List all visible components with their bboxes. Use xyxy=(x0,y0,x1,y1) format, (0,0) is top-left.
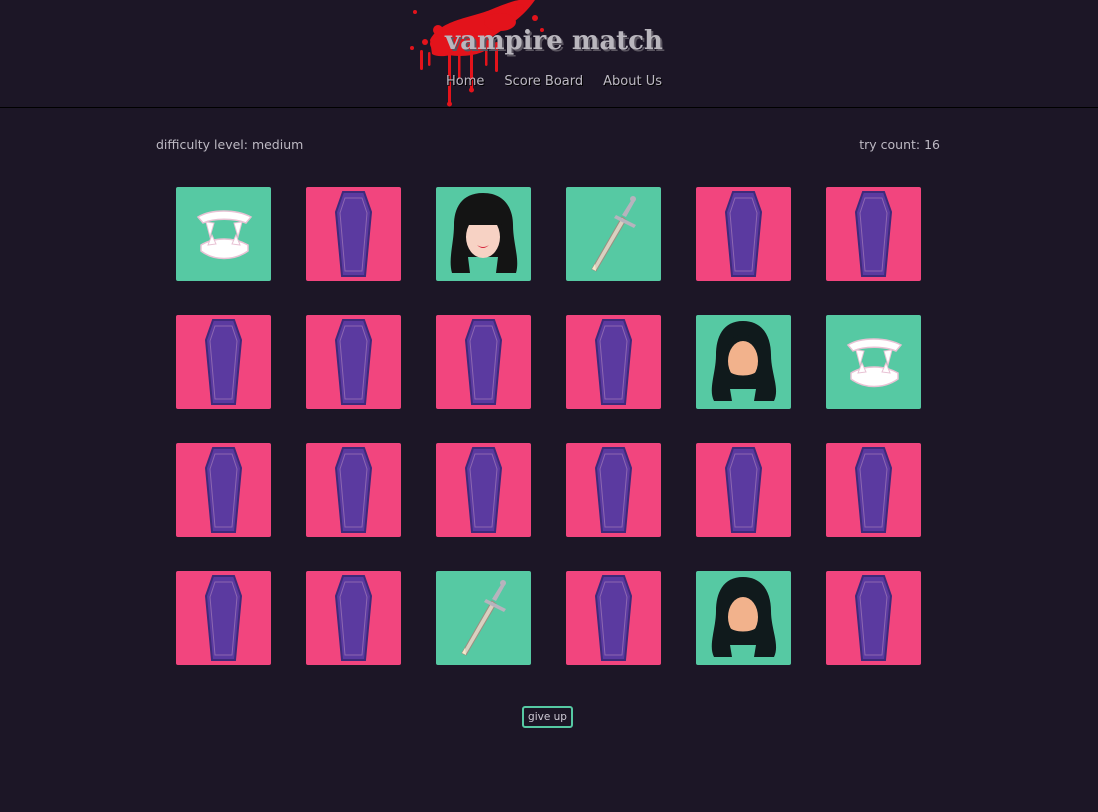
nav-score-board-link[interactable]: Score Board xyxy=(504,74,583,89)
memory-card-hidden[interactable] xyxy=(306,315,401,409)
memory-card-revealed[interactable] xyxy=(696,571,791,665)
card-grid xyxy=(176,187,921,665)
memory-card-hidden[interactable] xyxy=(176,571,271,665)
memory-card-revealed[interactable] xyxy=(436,187,531,281)
nav-about-us-link[interactable]: About Us xyxy=(603,74,662,89)
memory-card-hidden[interactable] xyxy=(176,315,271,409)
memory-card-hidden[interactable] xyxy=(696,443,791,537)
give-up-button[interactable]: give up xyxy=(522,706,573,728)
memory-card-hidden[interactable] xyxy=(566,571,661,665)
site-header: vampire match Home Score Board About Us xyxy=(0,0,1098,108)
memory-card-revealed[interactable] xyxy=(176,187,271,281)
memory-card-hidden[interactable] xyxy=(566,443,661,537)
memory-card-hidden[interactable] xyxy=(826,187,921,281)
memory-card-hidden[interactable] xyxy=(566,315,661,409)
try-count: try count: 16 xyxy=(859,137,940,152)
memory-card-hidden[interactable] xyxy=(826,571,921,665)
memory-card-hidden[interactable] xyxy=(176,443,271,537)
memory-card-hidden[interactable] xyxy=(436,315,531,409)
memory-card-revealed[interactable] xyxy=(436,571,531,665)
memory-card-hidden[interactable] xyxy=(306,443,401,537)
memory-card-hidden[interactable] xyxy=(306,187,401,281)
memory-card-revealed[interactable] xyxy=(696,315,791,409)
memory-card-hidden[interactable] xyxy=(826,443,921,537)
nav-home-link[interactable]: Home xyxy=(446,74,484,89)
memory-card-revealed[interactable] xyxy=(826,315,921,409)
difficulty-level: difficulty level: medium xyxy=(156,137,304,152)
memory-card-hidden[interactable] xyxy=(696,187,791,281)
main-nav: Home Score Board About Us xyxy=(446,74,662,89)
memory-card-hidden[interactable] xyxy=(306,571,401,665)
memory-card-revealed[interactable] xyxy=(566,187,661,281)
site-title: vampire match xyxy=(445,26,663,56)
memory-card-hidden[interactable] xyxy=(436,443,531,537)
